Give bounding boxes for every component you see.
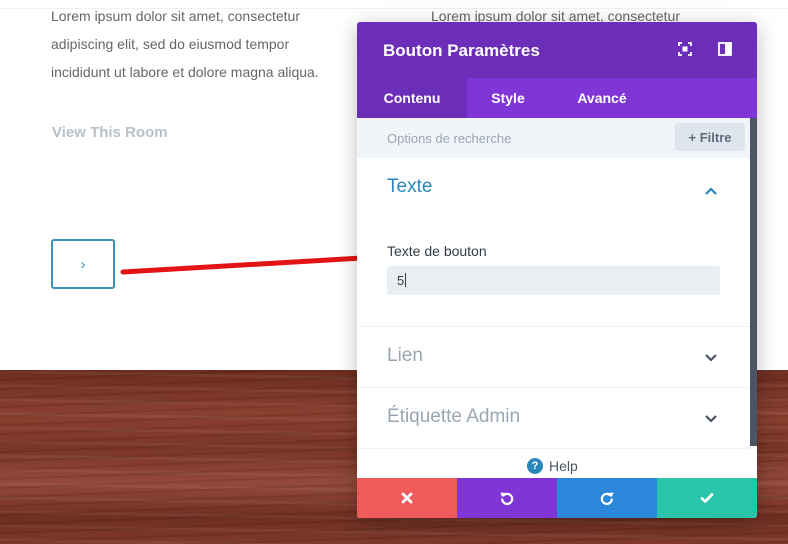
cancel-button[interactable] — [357, 478, 457, 518]
undo-button[interactable] — [457, 478, 557, 518]
view-room-link[interactable]: View This Room — [52, 124, 168, 141]
lorem-paragraph-left: Lorem ipsum dolor sit amet, consectetur … — [51, 8, 319, 80]
redo-icon — [600, 492, 614, 505]
check-icon — [700, 493, 714, 503]
section-divider — [357, 448, 750, 449]
help-link[interactable]: ? Help — [527, 458, 578, 474]
field-label-button-text: Texte de bouton — [387, 243, 487, 259]
expand-icon[interactable] — [677, 41, 693, 57]
settings-modal: Bouton Paramètres Contenu Style Avancé O… — [357, 22, 757, 518]
chevron-down-icon[interactable] — [704, 412, 718, 426]
tab-contenu[interactable]: Contenu — [357, 78, 467, 118]
modal-footer — [357, 478, 757, 518]
arrow-button[interactable]: › — [51, 239, 115, 289]
modal-header: Bouton Paramètres — [357, 22, 757, 78]
chevron-right-icon: › — [80, 255, 86, 273]
filter-button[interactable]: + Filtre — [675, 123, 745, 151]
close-icon — [401, 492, 413, 504]
help-icon: ? — [527, 458, 543, 474]
tab-bar: Contenu Style Avancé — [357, 78, 757, 118]
scrollbar[interactable] — [750, 118, 757, 446]
section-title-etiquette-admin[interactable]: Étiquette Admin — [387, 406, 520, 428]
save-button[interactable] — [657, 478, 757, 518]
button-text-value: 5 — [397, 273, 405, 288]
tab-style[interactable]: Style — [467, 78, 549, 118]
section-divider — [357, 326, 750, 327]
chevron-down-icon[interactable] — [704, 351, 718, 365]
help-label: Help — [549, 458, 578, 474]
split-view-icon[interactable] — [717, 41, 733, 57]
section-divider — [357, 387, 750, 388]
section-title-lien[interactable]: Lien — [387, 345, 423, 367]
redo-button[interactable] — [557, 478, 657, 518]
filter-label: + Filtre — [688, 129, 732, 145]
modal-title: Bouton Paramètres — [383, 41, 540, 60]
section-title-texte[interactable]: Texte — [387, 176, 432, 198]
tab-avance[interactable]: Avancé — [557, 78, 647, 118]
button-text-input[interactable]: 5 — [387, 266, 720, 295]
options-search[interactable]: Options de recherche + Filtre — [357, 118, 750, 158]
chevron-up-icon[interactable] — [704, 184, 718, 198]
undo-icon — [500, 492, 514, 505]
settings-content: Texte Texte de bouton 5 Lien Étiquette A… — [357, 158, 750, 478]
text-caret — [405, 273, 407, 287]
search-input[interactable]: Options de recherche — [387, 131, 511, 146]
